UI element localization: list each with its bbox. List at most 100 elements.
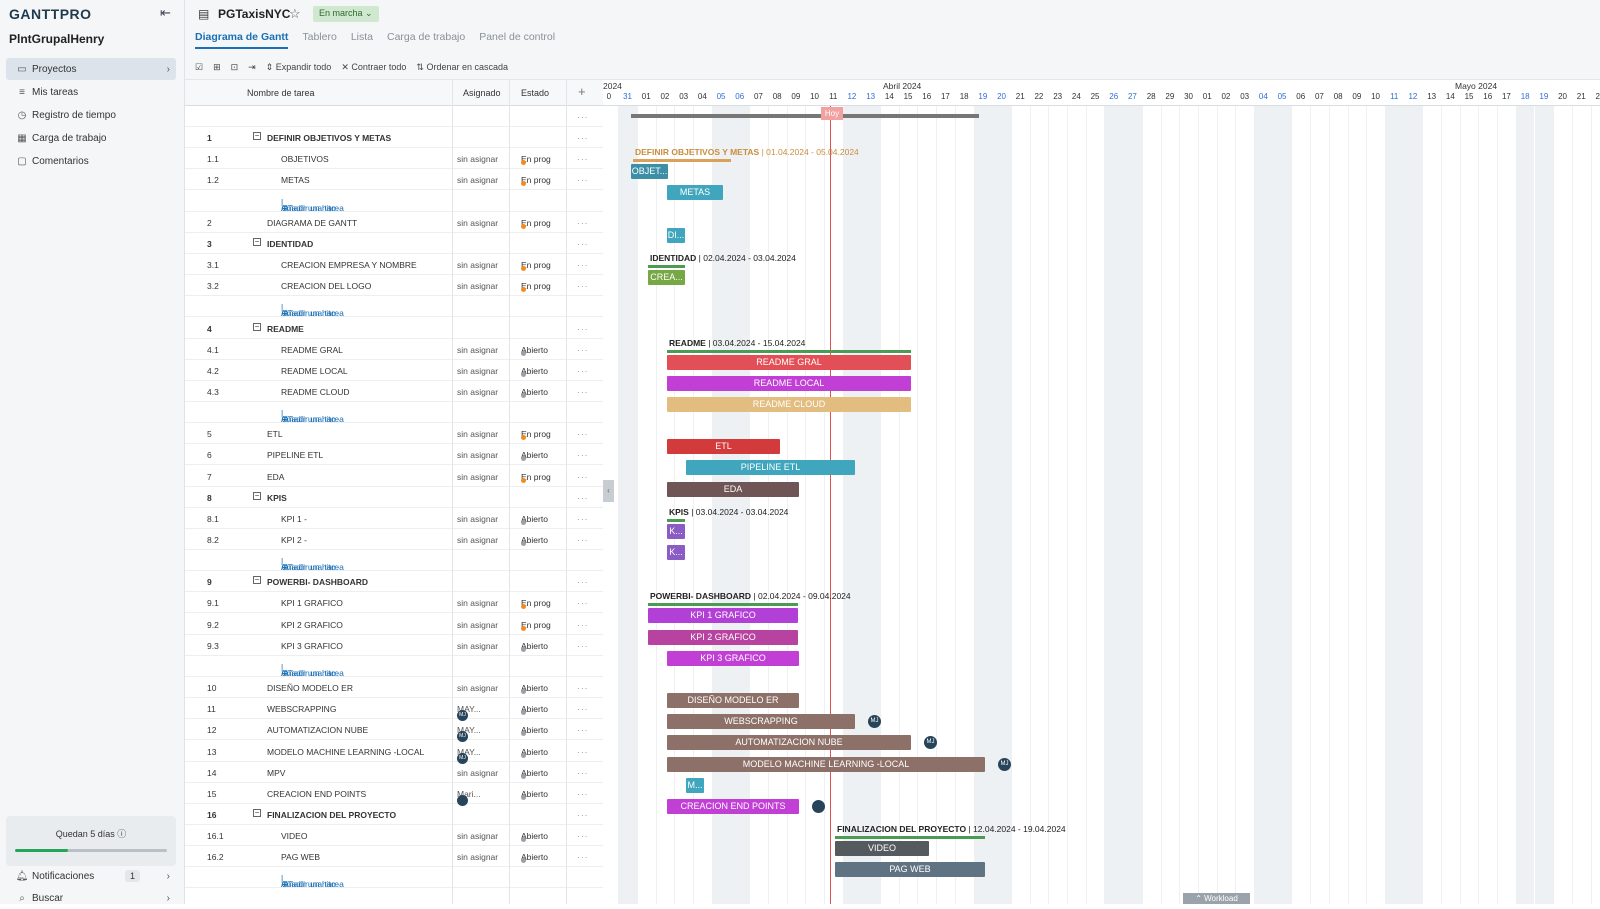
- add-task-link[interactable]: ⊕ Añadir una tarea | Añadir un hito: [281, 197, 344, 213]
- row-menu-icon[interactable]: ···: [577, 450, 589, 460]
- task-bar[interactable]: CREA...: [648, 270, 685, 286]
- row-menu-icon[interactable]: ···: [577, 577, 589, 587]
- status-cell[interactable]: En prog: [521, 620, 551, 631]
- assignee[interactable]: sin asignar: [457, 281, 498, 291]
- add-task-link[interactable]: ⊕ Añadir una tarea | Añadir un hito: [281, 556, 344, 572]
- assignee[interactable]: sin asignar: [457, 175, 498, 185]
- status-cell[interactable]: Abierto: [521, 852, 548, 864]
- table-row[interactable]: 6 PIPELINE ETL sin asignar Abierto ···: [185, 444, 603, 466]
- table-row[interactable]: 4.2 README LOCAL sin asignar Abierto ···: [185, 360, 603, 381]
- table-row[interactable]: ···: [185, 106, 603, 127]
- table-row[interactable]: 2 DIAGRAMA DE GANTT sin asignar En prog ···: [185, 212, 603, 233]
- assignee[interactable]: sin asignar: [457, 598, 498, 608]
- row-menu-icon[interactable]: ···: [577, 112, 589, 122]
- task-bar[interactable]: MODELO MACHINE LEARNING -LOCAL: [667, 756, 985, 772]
- col-name-header[interactable]: Nombre de tarea: [247, 88, 315, 98]
- task-name[interactable]: VIDEO: [281, 831, 307, 841]
- task-name[interactable]: MPV: [267, 768, 285, 778]
- status-cell[interactable]: Abierto: [521, 789, 548, 800]
- task-bar[interactable]: KPI 1 GRAFICO: [648, 608, 798, 624]
- assignee[interactable]: MJ MAY...: [457, 725, 481, 743]
- tab-gantt[interactable]: Diagrama de Gantt: [195, 31, 289, 49]
- row-menu-icon[interactable]: ···: [577, 725, 589, 735]
- row-menu-icon[interactable]: ···: [577, 239, 589, 249]
- status-cell[interactable]: Abierto: [521, 366, 548, 377]
- task-bar[interactable]: K...: [667, 545, 685, 560]
- col-status-header[interactable]: Estado: [521, 88, 549, 98]
- table-row[interactable]: 9.1 KPI 1 GRAFICO sin asignar En prog ···: [185, 592, 603, 614]
- table-row[interactable]: 1 − DEFINIR OBJETIVOS Y METAS ···: [185, 127, 603, 149]
- row-menu-icon[interactable]: ···: [577, 514, 589, 524]
- assignee[interactable]: sin asignar: [457, 768, 498, 778]
- row-menu-icon[interactable]: ···: [577, 175, 589, 185]
- table-row[interactable]: 8.2 KPI 2 - sin asignar Abierto ···: [185, 529, 603, 550]
- table-row[interactable]: 1.2 METAS sin asignar En prog ···: [185, 169, 603, 191]
- row-menu-icon[interactable]: ···: [577, 810, 589, 820]
- sidebar-item-registro-de-tiempo[interactable]: ◷ Registro de tiempo: [6, 104, 176, 126]
- task-bar[interactable]: VIDEO: [835, 841, 929, 857]
- status-cell[interactable]: Abierto: [521, 345, 548, 356]
- task-bar[interactable]: PAG WEB: [835, 862, 985, 878]
- sidebar-item-buscar[interactable]: ⌕ Buscar ›: [6, 887, 176, 909]
- task-name[interactable]: ETL: [267, 429, 283, 439]
- assignee[interactable]: sin asignar: [457, 683, 498, 693]
- task-bar[interactable]: DISEÑO MODELO ER: [667, 693, 799, 709]
- task-bar[interactable]: METAS: [667, 185, 723, 201]
- row-menu-icon[interactable]: ···: [577, 683, 589, 693]
- table-row[interactable]: 9.3 KPI 3 GRAFICO sin asignar Abierto ···: [185, 635, 603, 656]
- task-name[interactable]: CREACION DEL LOGO: [281, 281, 371, 291]
- assignee-avatar[interactable]: [812, 799, 825, 813]
- row-menu-icon[interactable]: ···: [577, 387, 589, 397]
- task-name[interactable]: DISEÑO MODELO ER: [267, 683, 353, 693]
- task-name[interactable]: KPI 1 GRAFICO: [281, 598, 343, 608]
- task-name[interactable]: KPIS: [267, 493, 287, 503]
- sidebar-item-proyectos[interactable]: ▭ Proyectos ›: [6, 58, 176, 80]
- task-name[interactable]: README CLOUD: [281, 387, 349, 397]
- task-name[interactable]: MODELO MACHINE LEARNING -LOCAL: [267, 747, 424, 757]
- task-name[interactable]: DEFINIR OBJETIVOS Y METAS: [267, 133, 391, 143]
- row-menu-icon[interactable]: ···: [577, 598, 589, 608]
- task-name[interactable]: KPI 3 GRAFICO: [281, 641, 343, 651]
- table-row[interactable]: ⊕ Añadir una tarea | Añadir un hito: [185, 656, 603, 678]
- task-bar[interactable]: README GRAL: [667, 354, 911, 370]
- table-row[interactable]: 16 − FINALIZACION DEL PROYECTO ···: [185, 804, 603, 825]
- workload-toggle[interactable]: ⌃ Workload: [1183, 893, 1250, 904]
- assignee[interactable]: sin asignar: [457, 641, 498, 651]
- table-row[interactable]: 10 DISEÑO MODELO ER sin asignar Abierto ···: [185, 677, 603, 699]
- col-assigned-header[interactable]: Asignado: [463, 88, 501, 98]
- table-row[interactable]: 13 MODELO MACHINE LEARNING -LOCAL MJ MAY...…: [185, 741, 603, 764]
- task-name[interactable]: EDA: [267, 472, 284, 482]
- collapse-all-button[interactable]: ✕ Contraer todo: [341, 62, 406, 73]
- cascade-sort-button[interactable]: ⇅ Ordenar en cascada: [416, 62, 508, 73]
- expand-all-button[interactable]: ⇕ Expandir todo: [266, 62, 332, 73]
- table-row[interactable]: 16.2 PAG WEB sin asignar Abierto ···: [185, 846, 603, 868]
- collapse-group-icon[interactable]: −: [253, 491, 261, 500]
- add-task-link[interactable]: ⊕ Añadir una tarea | Añadir un hito: [281, 302, 344, 318]
- row-menu-icon[interactable]: ···: [577, 133, 589, 143]
- assignee[interactable]: sin asignar: [457, 831, 498, 841]
- task-name[interactable]: KPI 2 -: [281, 535, 307, 545]
- task-name[interactable]: AUTOMATIZACION NUBE: [267, 725, 368, 735]
- add-milestone-label[interactable]: Añadir un hito: [283, 879, 335, 889]
- table-row[interactable]: ⊕ Añadir una tarea | Añadir un hito: [185, 191, 603, 213]
- task-bar[interactable]: EDA: [667, 481, 799, 497]
- task-bar[interactable]: AUTOMATIZACION NUBE: [667, 735, 911, 751]
- task-name[interactable]: KPI 1 -: [281, 514, 307, 524]
- sidebar-item-mis-tareas[interactable]: ≡ Mis tareas: [6, 81, 176, 103]
- assignee[interactable]: sin asignar: [457, 535, 498, 545]
- row-menu-icon[interactable]: ···: [577, 366, 589, 376]
- status-cell[interactable]: En prog: [521, 154, 551, 166]
- resize-handle[interactable]: ‹: [603, 480, 614, 502]
- status-cell[interactable]: Abierto: [521, 683, 548, 695]
- project-title[interactable]: PGTaxisNYC: [218, 7, 290, 21]
- row-menu-icon[interactable]: ···: [577, 218, 589, 228]
- row-menu-icon[interactable]: ···: [577, 493, 589, 503]
- collapse-group-icon[interactable]: −: [253, 237, 261, 246]
- status-cell[interactable]: Abierto: [521, 641, 548, 652]
- table-row[interactable]: 8.1 KPI 1 - sin asignar Abierto ···: [185, 508, 603, 529]
- row-menu-icon[interactable]: ···: [577, 154, 589, 164]
- task-bar[interactable]: M...: [686, 777, 704, 793]
- status-cell[interactable]: Abierto: [521, 831, 548, 843]
- table-row[interactable]: 4 − README ···: [185, 318, 603, 339]
- table-row[interactable]: 9.2 KPI 2 GRAFICO sin asignar En prog ···: [185, 614, 603, 635]
